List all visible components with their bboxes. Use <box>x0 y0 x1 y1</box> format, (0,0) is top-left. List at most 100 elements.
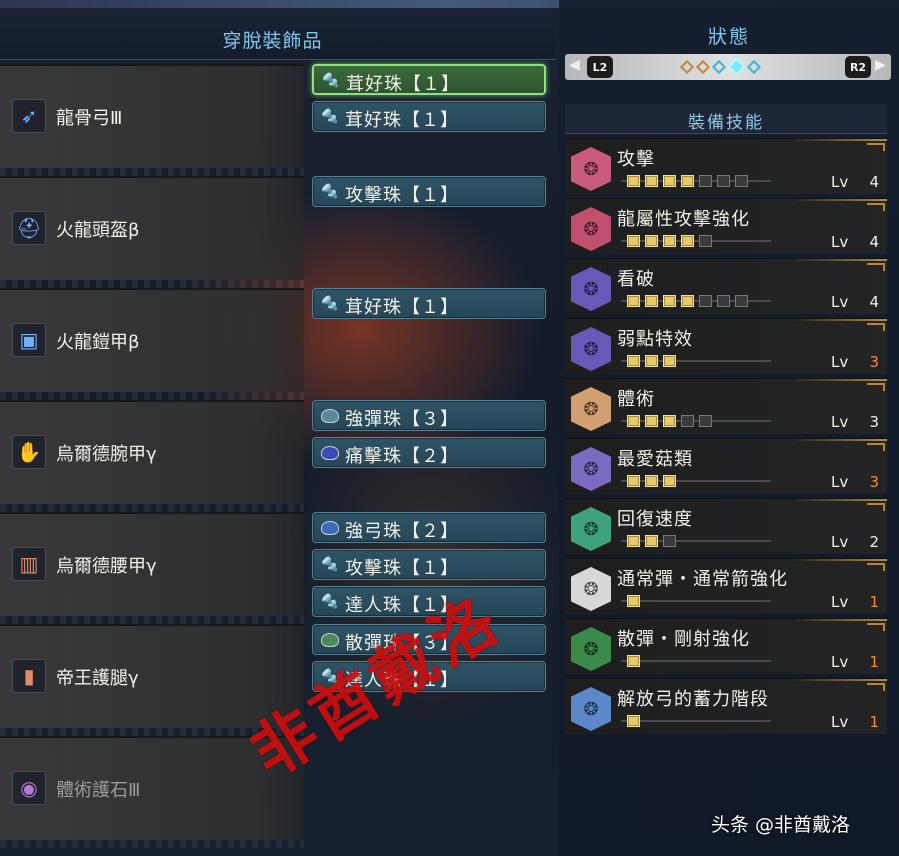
level-pip-filled <box>681 175 694 187</box>
skill-name: 解放弓的蓄力階段 <box>617 689 769 710</box>
level-pip-filled <box>645 295 658 307</box>
level-pip-filled <box>627 295 640 307</box>
decoration-label: 強弓珠【２】 <box>345 521 459 542</box>
skill-level-value: 3 <box>869 413 879 431</box>
skill-row[interactable]: ❂ 通常彈・通常箭強化 Lv 1 <box>565 558 887 614</box>
decoration-label: 攻擊珠【１】 <box>345 558 459 579</box>
equipment-row-weapon[interactable]: ➶ 龍骨弓Ⅲ <box>0 64 304 176</box>
gauge-line <box>621 360 771 362</box>
decoration-slot[interactable]: 強弓珠【２】 <box>312 512 546 543</box>
level-label: Lv <box>831 413 849 431</box>
level-pip-filled <box>627 475 640 487</box>
skill-emblem-icon: ❂ <box>571 627 611 671</box>
skill-level-gauge <box>621 595 821 607</box>
level-pip-empty <box>699 235 712 247</box>
decoration-slot[interactable]: 🔩 茸好珠【１】 <box>312 64 546 95</box>
skill-emblem-icon: ❂ <box>571 687 611 731</box>
page-dot[interactable] <box>679 59 695 74</box>
equipment-row-chest[interactable]: ▣ 火龍鎧甲β <box>0 288 304 400</box>
skill-level-gauge <box>621 355 821 367</box>
decoration-slot[interactable]: 🔩 攻擊珠【１】 <box>312 176 546 207</box>
skill-row[interactable]: ❂ 解放弓的蓄力階段 Lv 1 <box>565 678 887 734</box>
level-pip-filled <box>627 595 640 607</box>
level-pip-filled <box>645 175 658 187</box>
skill-level-gauge <box>621 415 821 427</box>
skill-row[interactable]: ❂ 攻擊 Lv 4 <box>565 138 887 194</box>
l2-button[interactable]: L2 <box>587 56 613 78</box>
skill-name: 通常彈・通常箭強化 <box>617 569 788 590</box>
level-label: Lv <box>831 233 849 251</box>
decoration-slot[interactable]: 🔩 茸好珠【１】 <box>312 288 546 319</box>
skill-level-value: 4 <box>869 173 879 191</box>
decoration-panel-title: 穿脫裝飾品 <box>222 30 323 52</box>
skill-emblem-icon: ❂ <box>571 567 611 611</box>
skill-row[interactable]: ❂ 回復速度 Lv 2 <box>565 498 887 554</box>
level-pip-filled <box>645 355 658 367</box>
skill-row[interactable]: ❂ 散彈・剛射強化 Lv 1 <box>565 618 887 674</box>
skill-row[interactable]: ❂ 體術 Lv 3 <box>565 378 887 434</box>
gauge-line <box>621 420 771 422</box>
gauge-line <box>621 660 771 662</box>
level-label: Lv <box>831 713 849 731</box>
gauge-line <box>621 240 771 242</box>
equipment-row-waist[interactable]: ▥ 烏爾德腰甲γ <box>0 512 304 624</box>
waist-armor-icon: ▥ <box>12 547 46 581</box>
page-indicator <box>679 57 762 76</box>
skill-row[interactable]: ❂ 最愛菇類 Lv 3 <box>565 438 887 494</box>
status-panel-header: 狀態 ◀ L2 R2 ▶ <box>559 14 899 106</box>
source-credit: 头条 @非酋戴洛 <box>711 814 851 836</box>
level-pip-filled <box>663 295 676 307</box>
skill-row[interactable]: ❂ 看破 Lv 4 <box>565 258 887 314</box>
leg-armor-icon: ▮ <box>12 659 46 693</box>
skill-level-value: 1 <box>869 653 879 671</box>
equipment-row-arms[interactable]: ✋ 烏爾德腕甲γ <box>0 400 304 512</box>
decoration-slot[interactable]: 強彈珠【３】 <box>312 400 546 431</box>
decoration-panel-header: 穿脫裝飾品 <box>0 14 556 60</box>
level-pip-filled <box>627 535 640 547</box>
gauge-line <box>621 300 771 302</box>
r2-button[interactable]: R2 <box>845 56 871 78</box>
page-dot[interactable] <box>746 59 762 74</box>
decoration-label: 茸好珠【１】 <box>346 74 460 95</box>
decoration-label: 攻擊珠【１】 <box>345 185 459 206</box>
level-pip-empty <box>699 415 712 427</box>
gauge-line <box>621 540 771 542</box>
page-dot[interactable] <box>711 59 727 74</box>
skill-level-value: 1 <box>869 713 879 731</box>
level-pip-empty <box>735 295 748 307</box>
corner-ornament <box>867 323 885 331</box>
skill-emblem-icon: ❂ <box>571 387 611 431</box>
skill-row[interactable]: ❂ 龍屬性攻擊強化 Lv 4 <box>565 198 887 254</box>
skill-name: 最愛菇類 <box>617 449 693 470</box>
page-dot[interactable] <box>695 59 711 74</box>
decoration-slot[interactable]: 痛擊珠【２】 <box>312 437 546 468</box>
page-dot-active[interactable] <box>727 57 746 76</box>
level-pip-filled <box>663 475 676 487</box>
gem-lv1-icon: 🔩 <box>321 556 339 573</box>
status-panel: 狀態 ◀ L2 R2 ▶ 裝備技能 ❂ 攻擊 Lv 4 ❂ 龍屬性攻擊強化 Lv 4 ❂ 看破 Lv… <box>559 0 899 856</box>
level-pip-filled <box>627 175 640 187</box>
gem-lv1-icon: 🔩 <box>321 295 339 312</box>
decoration-slot[interactable]: 🔩 茸好珠【１】 <box>312 101 546 132</box>
skill-name: 看破 <box>617 269 655 290</box>
decoration-panel: 穿脫裝飾品 ➶ 龍骨弓Ⅲ ⛑ 火龍頭盔β ▣ 火龍鎧甲β ✋ 烏爾德腕甲γ ▥ … <box>0 0 556 856</box>
corner-ornament <box>867 563 885 571</box>
level-pip-filled <box>681 235 694 247</box>
gem-lv2-icon <box>319 443 341 462</box>
corner-ornament <box>867 503 885 511</box>
left-arrow-icon[interactable]: ◀ <box>569 57 580 73</box>
decoration-label: 痛擊珠【２】 <box>345 446 459 467</box>
level-label: Lv <box>831 293 849 311</box>
right-arrow-icon[interactable]: ▶ <box>875 57 886 73</box>
level-pip-filled <box>663 355 676 367</box>
level-label: Lv <box>831 593 849 611</box>
equipment-row-head[interactable]: ⛑ 火龍頭盔β <box>0 176 304 288</box>
skill-name: 攻擊 <box>617 149 655 170</box>
corner-ornament <box>867 683 885 691</box>
skill-row[interactable]: ❂ 弱點特效 Lv 3 <box>565 318 887 374</box>
decoration-label: 茸好珠【１】 <box>345 110 459 131</box>
skill-level-gauge <box>621 655 821 667</box>
decoration-slot[interactable]: 🔩 攻擊珠【１】 <box>312 549 546 580</box>
level-pip-filled <box>663 175 676 187</box>
equipment-name: 帝王護腿γ <box>56 668 139 689</box>
